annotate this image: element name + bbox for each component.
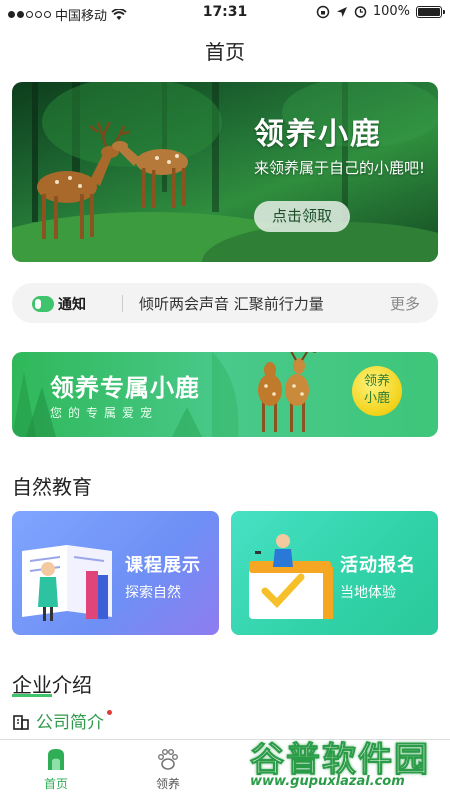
promo-subtitle: 您的专属爱宠 <box>50 406 159 420</box>
activity-card-title: 活动报名 <box>340 555 416 576</box>
nature-education-heading: 自然教育 <box>12 475 92 499</box>
heading-underline <box>12 694 52 697</box>
exclusive-deer-banner[interactable]: 领养专属小鹿 您的专属爱宠 领养 小鹿 <box>12 352 438 437</box>
notice-bar[interactable]: 通知 倾听两会声音 汇聚前行力量 更多 <box>12 283 438 323</box>
activity-card[interactable]: 活动报名 当地体验 <box>231 511 438 635</box>
paw-icon <box>158 749 179 770</box>
tab-adopt-label: 领养 <box>155 777 180 791</box>
tab-adopt[interactable]: 领养 <box>138 746 198 792</box>
adopt-badge-line1: 领养 <box>363 374 390 389</box>
activity-card-subtitle: 当地体验 <box>340 585 396 601</box>
home-icon <box>48 749 64 770</box>
notice-tag: 通知 <box>32 294 86 314</box>
page-title: 首页 <box>205 40 245 64</box>
company-profile-label: 公司简介 <box>36 713 104 733</box>
course-card-title: 课程展示 <box>125 555 201 576</box>
adopt-badge-line2: 小鹿 <box>363 391 390 406</box>
battery-icon <box>416 5 445 18</box>
course-card[interactable]: 课程展示 探索自然 <box>12 511 219 635</box>
adopt-banner[interactable]: 领养小鹿 来领养属于自己的小鹿吧! 点击领取 <box>12 82 438 262</box>
course-card-subtitle: 探索自然 <box>125 585 181 601</box>
building-icon <box>13 714 29 730</box>
banner-title: 领养小鹿 <box>254 117 382 152</box>
notice-more-link[interactable]: 更多 <box>390 293 420 314</box>
notice-divider <box>122 295 123 312</box>
adopt-badge[interactable]: 领养 小鹿 <box>352 366 402 416</box>
watermark-url: www.gupuxlazal.com <box>250 774 405 789</box>
tab-home-label: 首页 <box>43 777 68 791</box>
promo-title: 领养专属小鹿 <box>50 374 200 402</box>
banner-subtitle: 来领养属于自己的小鹿吧! <box>254 159 426 177</box>
company-heading: 企业介绍 <box>12 669 92 698</box>
rotation-lock-icon <box>316 5 330 18</box>
notice-text[interactable]: 倾听两会声音 汇聚前行力量 <box>139 293 324 314</box>
battery-percent: 100% <box>372 4 410 19</box>
status-bar: 中国移动 17:31 100% <box>0 0 450 26</box>
notice-tag-label: 通知 <box>58 297 86 313</box>
notice-icon <box>32 296 54 312</box>
claim-button[interactable]: 点击领取 <box>254 201 350 232</box>
status-right: 100% <box>316 4 445 19</box>
site-watermark: 谷普软件园 www.gupuxlazal.com <box>240 732 450 800</box>
alarm-icon <box>354 6 367 18</box>
tab-home[interactable]: 首页 <box>26 746 86 792</box>
location-icon <box>336 6 347 17</box>
new-dot-badge <box>107 710 112 715</box>
company-profile-item[interactable]: 公司简介 <box>12 708 112 733</box>
